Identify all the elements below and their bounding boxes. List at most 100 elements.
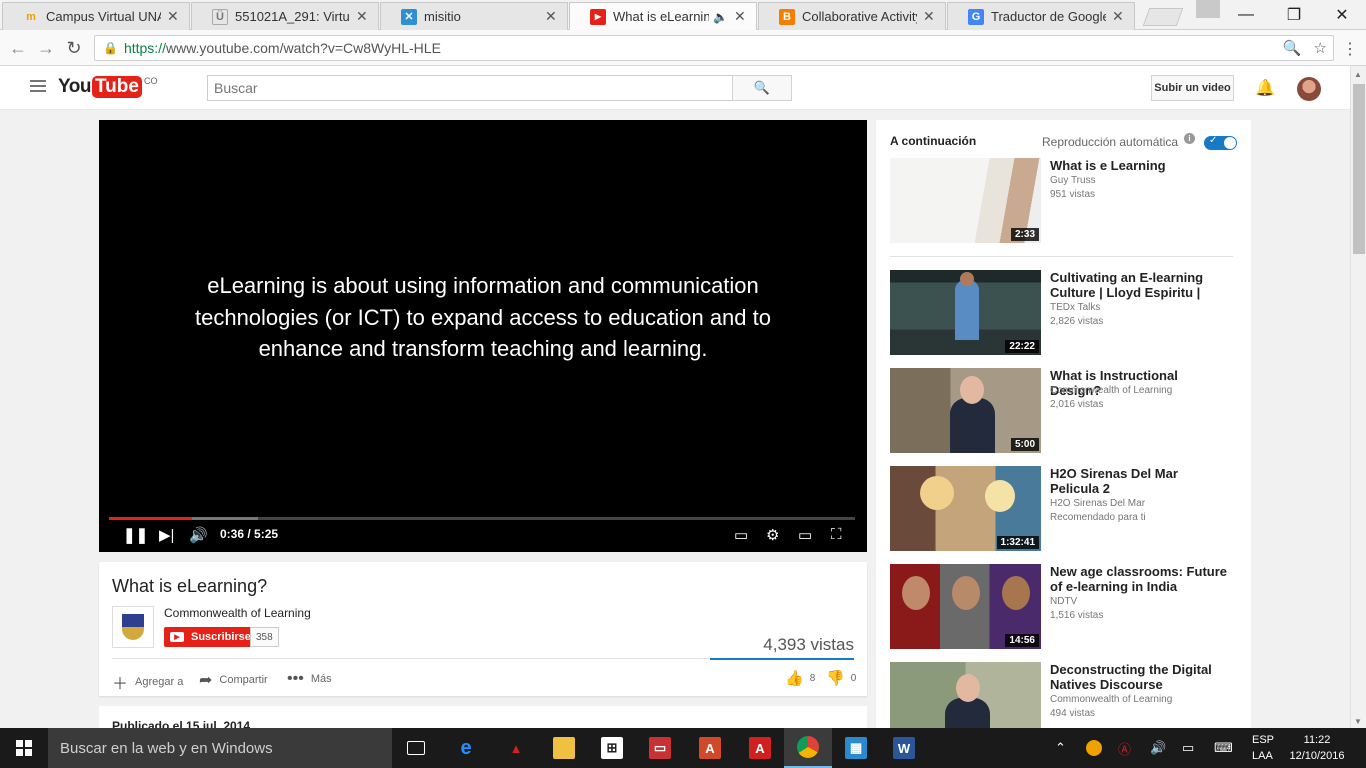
action-center-icon[interactable]: ▭ bbox=[1182, 728, 1194, 768]
video-title[interactable]: Deconstructing the Digital Natives Disco… bbox=[1050, 662, 1230, 692]
url-text: www.youtube.com/watch?v=Cw8WyHL-HLE bbox=[165, 40, 441, 56]
scroll-thumb[interactable] bbox=[1353, 84, 1365, 254]
video-thumbnail[interactable]: 5:00 bbox=[890, 368, 1041, 453]
volume-tray-icon[interactable]: 🔊 bbox=[1150, 728, 1166, 768]
divider bbox=[890, 256, 1233, 257]
video-title[interactable]: What is e Learning bbox=[1050, 158, 1230, 173]
show-hidden-icons[interactable]: ⌃ bbox=[1055, 728, 1066, 768]
tab-traductor[interactable]: G Traductor de Google ✕ bbox=[947, 2, 1135, 30]
taskbar-search[interactable]: Buscar en la web y en Windows bbox=[48, 728, 392, 768]
view-count: 494 vistas bbox=[1050, 708, 1096, 719]
search-icon: 🔍 bbox=[753, 80, 771, 95]
subtitles-icon[interactable]: ▭ bbox=[734, 526, 748, 544]
pause-icon[interactable]: ❚❚ bbox=[123, 526, 148, 544]
maximize-icon[interactable]: ❐ bbox=[1270, 0, 1318, 30]
close-icon[interactable]: ✕ bbox=[167, 8, 181, 25]
list-item[interactable]: 5:00 What is Instructional Design? Commo… bbox=[890, 368, 1236, 454]
list-item[interactable]: 1:32:41 H2O Sirenas Del Mar Pelicula 2 H… bbox=[890, 466, 1236, 552]
speaker-icon[interactable]: 🔈 bbox=[713, 10, 728, 24]
page-scrollbar[interactable]: ▲ ▼ bbox=[1350, 66, 1366, 728]
zoom-icon[interactable]: 🔍 bbox=[1283, 39, 1302, 57]
moodle-icon: Ü bbox=[212, 8, 228, 25]
task-view-icon[interactable] bbox=[392, 728, 440, 768]
list-item[interactable]: 22:22 Cultivating an E-learning Culture … bbox=[890, 270, 1236, 356]
site-icon: ✕ bbox=[401, 8, 417, 25]
reload-icon[interactable]: ↻ bbox=[64, 38, 84, 59]
scroll-up-icon[interactable]: ▲ bbox=[1354, 70, 1362, 79]
search-input[interactable] bbox=[207, 75, 733, 101]
address-bar[interactable]: 🔒 https:// www.youtube.com/watch?v=Cw8Wy… bbox=[94, 35, 1334, 61]
subscribe-button[interactable]: ▶ Suscribirse bbox=[164, 627, 258, 647]
channel-name[interactable]: Commonwealth of Learning bbox=[164, 606, 311, 620]
reader-icon[interactable]: ▭ bbox=[636, 728, 684, 768]
start-button[interactable] bbox=[0, 728, 48, 768]
bookmark-star-icon[interactable]: ☆ bbox=[1314, 39, 1327, 57]
avatar[interactable] bbox=[1297, 77, 1321, 101]
close-window-icon[interactable]: ✕ bbox=[1318, 0, 1366, 30]
avira-tray-icon[interactable]: Ⓐ bbox=[1118, 728, 1131, 768]
tray-app-icon[interactable] bbox=[1086, 728, 1102, 768]
next-icon[interactable]: ▶| bbox=[159, 526, 174, 544]
channel-avatar[interactable] bbox=[112, 606, 154, 648]
back-icon[interactable]: ← bbox=[8, 38, 28, 59]
upload-button[interactable]: Subir un video bbox=[1151, 75, 1234, 101]
translate-icon: G bbox=[968, 8, 984, 25]
chrome-icon[interactable] bbox=[784, 728, 832, 768]
volume-icon[interactable]: 🔊 bbox=[189, 526, 208, 544]
guide-menu-icon[interactable] bbox=[30, 80, 46, 95]
like-button[interactable]: 👍 8 bbox=[785, 669, 815, 687]
tab-misitio[interactable]: ✕ misitio ✕ bbox=[380, 2, 568, 30]
acrobat-icon[interactable]: A bbox=[686, 728, 734, 768]
settings-gear-icon[interactable]: ⚙ bbox=[766, 526, 779, 544]
close-icon[interactable]: ✕ bbox=[545, 8, 559, 25]
channel-name: Commonwealth of Learning bbox=[1050, 385, 1173, 396]
theater-mode-icon[interactable]: ▭ bbox=[798, 526, 812, 544]
tab-campus-virtual[interactable]: m Campus Virtual UNAD ✕ bbox=[2, 2, 190, 30]
app-red-icon[interactable]: ▲ bbox=[492, 728, 540, 768]
input-language[interactable]: ESP LAA bbox=[1252, 732, 1274, 764]
video-title[interactable]: Cultivating an E-learning Culture | Lloy… bbox=[1050, 270, 1230, 300]
fullscreen-icon[interactable]: ⛶ bbox=[831, 526, 842, 543]
video-thumbnail[interactable]: 2:33 bbox=[890, 158, 1041, 243]
keyboard-icon[interactable]: ⌨ bbox=[1214, 728, 1233, 768]
dislike-button[interactable]: 👎 0 bbox=[826, 669, 856, 687]
taskbar-clock[interactable]: 11:22 12/10/2016 bbox=[1284, 732, 1350, 764]
new-tab-button[interactable] bbox=[1142, 8, 1184, 26]
add-to-button[interactable]: ＋ Agregar a bbox=[112, 670, 183, 694]
forward-icon[interactable]: → bbox=[36, 38, 56, 59]
store-icon[interactable]: ⊞ bbox=[588, 728, 636, 768]
tab-collaborative-activity[interactable]: B Collaborative Activity De ✕ bbox=[758, 2, 946, 30]
video-thumbnail[interactable]: 14:56 bbox=[890, 564, 1041, 649]
list-item[interactable]: 14:56 New age classrooms: Future of e-le… bbox=[890, 564, 1236, 650]
chrome-menu-icon[interactable]: ⋮ bbox=[1342, 39, 1358, 59]
scroll-down-icon[interactable]: ▼ bbox=[1354, 717, 1362, 726]
search-button[interactable]: 🔍 bbox=[732, 75, 792, 101]
tab-virtual-ini[interactable]: Ü 551021A_291: Virtual Ini ✕ bbox=[191, 2, 379, 30]
network-app-icon[interactable]: ▦ bbox=[832, 728, 880, 768]
share-button[interactable]: ➦ Compartir bbox=[199, 670, 268, 690]
word-icon[interactable]: W bbox=[880, 728, 928, 768]
list-item[interactable]: 2:33 What is e Learning Guy Truss 951 vi… bbox=[890, 158, 1236, 244]
edge-icon[interactable]: e bbox=[442, 728, 490, 768]
close-icon[interactable]: ✕ bbox=[1112, 8, 1126, 25]
avira-icon[interactable]: A bbox=[736, 728, 784, 768]
more-button[interactable]: ••• Más bbox=[287, 670, 332, 688]
minimize-icon[interactable]: — bbox=[1222, 0, 1270, 30]
close-icon[interactable]: ✕ bbox=[734, 8, 748, 25]
profile-icon[interactable] bbox=[1196, 0, 1220, 18]
tab-what-is-elearning[interactable]: ▶ What is eLearning? - 🔈 ✕ bbox=[569, 2, 757, 30]
video-title[interactable]: H2O Sirenas Del Mar Pelicula 2 bbox=[1050, 466, 1230, 496]
video-player[interactable]: eLearning is about using information and… bbox=[99, 120, 867, 552]
youtube-logo[interactable]: You Tube CO bbox=[58, 76, 157, 98]
video-thumbnail[interactable]: 22:22 bbox=[890, 270, 1041, 355]
video-thumbnail[interactable]: 1:32:41 bbox=[890, 466, 1041, 551]
video-title[interactable]: New age classrooms: Future of e-learning… bbox=[1050, 564, 1230, 594]
info-icon[interactable]: i bbox=[1184, 133, 1195, 144]
file-explorer-icon[interactable] bbox=[540, 728, 588, 768]
close-icon[interactable]: ✕ bbox=[356, 8, 370, 25]
close-icon[interactable]: ✕ bbox=[923, 8, 937, 25]
autoplay-toggle[interactable]: ✓ bbox=[1204, 135, 1237, 150]
thumbs-up-icon: 👍 bbox=[785, 670, 804, 687]
progress-bar[interactable] bbox=[109, 517, 855, 520]
notifications-bell-icon[interactable]: 🔔 bbox=[1255, 78, 1275, 98]
